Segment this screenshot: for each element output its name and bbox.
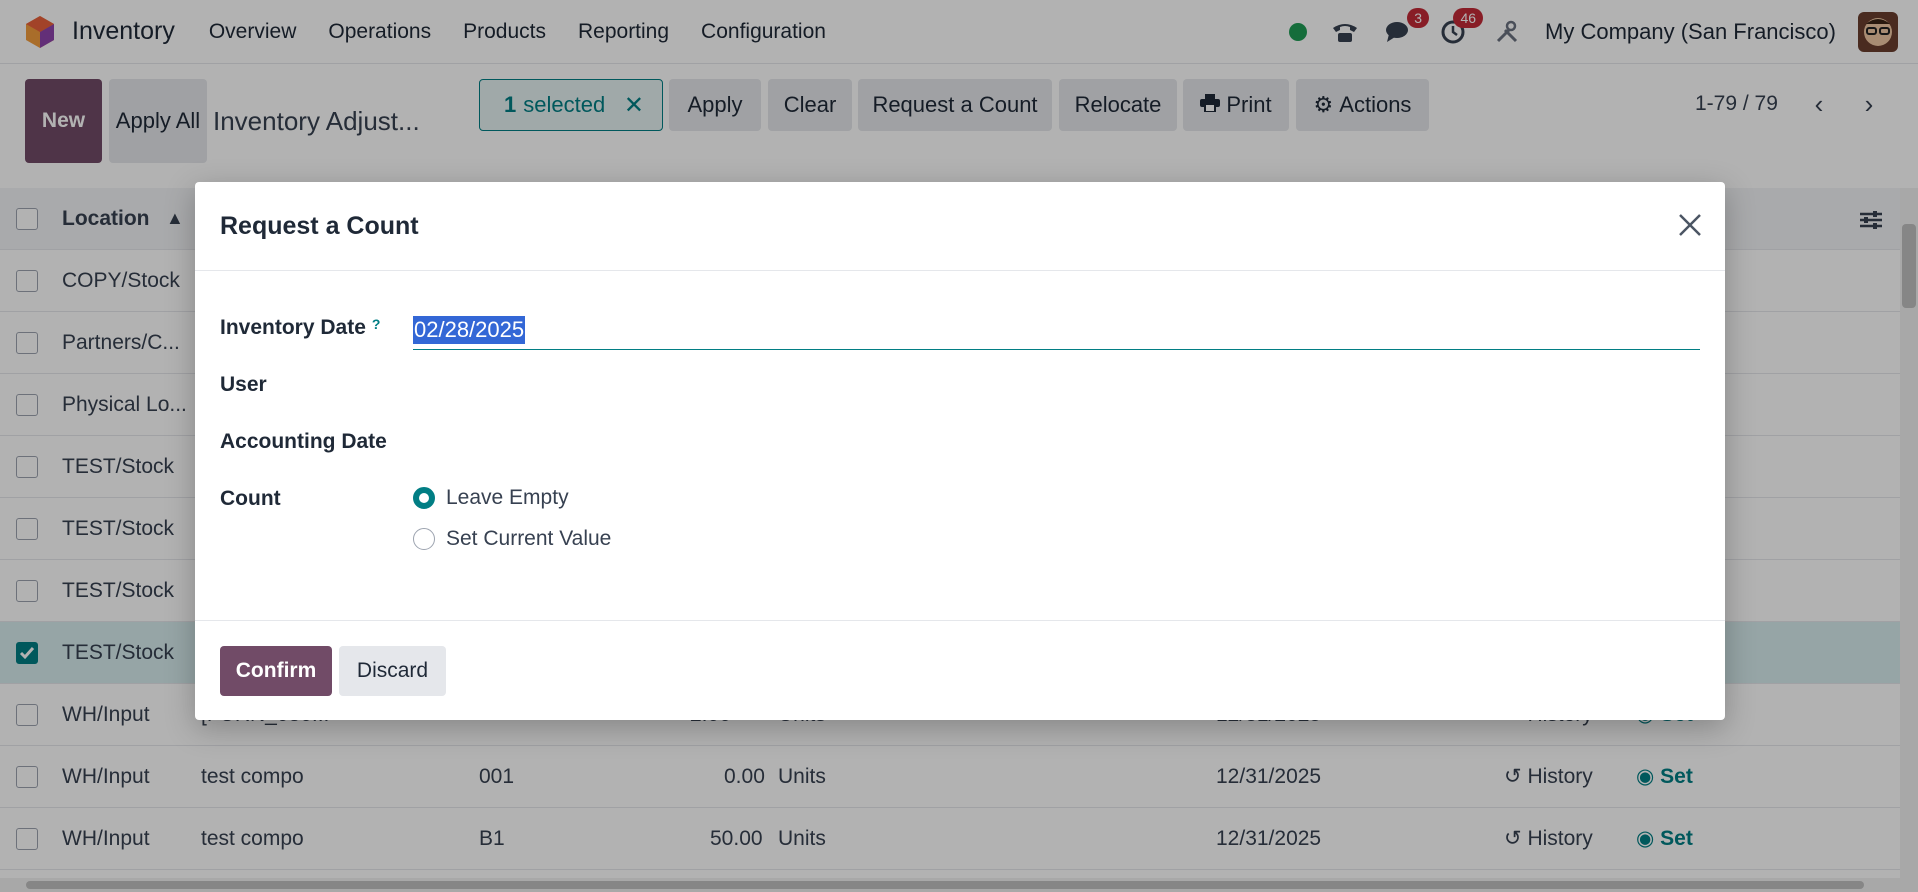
confirm-button[interactable]: Confirm xyxy=(220,646,332,696)
dialog-footer: Confirm Discard xyxy=(195,620,1725,720)
set-current-value-radio[interactable] xyxy=(413,528,435,550)
user-field[interactable] xyxy=(413,364,1700,404)
user-label: User xyxy=(220,373,267,396)
count-label: Count xyxy=(220,487,281,510)
accounting-date-label: Accounting Date xyxy=(220,430,387,453)
set-current-value-label[interactable]: Set Current Value xyxy=(446,527,611,551)
dialog-title: Request a Count xyxy=(220,212,419,240)
help-tooltip-icon[interactable]: ? xyxy=(372,316,381,332)
discard-button[interactable]: Discard xyxy=(339,646,446,696)
inventory-date-input[interactable]: 02/28/2025 xyxy=(413,310,1700,350)
request-count-dialog: Request a Count Inventory Date? 02/28/20… xyxy=(195,182,1725,720)
close-icon[interactable] xyxy=(1675,210,1705,240)
inventory-date-label: Inventory Date? xyxy=(220,316,381,339)
dialog-header: Request a Count xyxy=(195,182,1725,271)
accounting-date-field[interactable] xyxy=(413,421,1700,461)
inventory-date-value: 02/28/2025 xyxy=(413,316,526,344)
leave-empty-label[interactable]: Leave Empty xyxy=(446,486,569,510)
leave-empty-radio[interactable] xyxy=(413,487,435,509)
